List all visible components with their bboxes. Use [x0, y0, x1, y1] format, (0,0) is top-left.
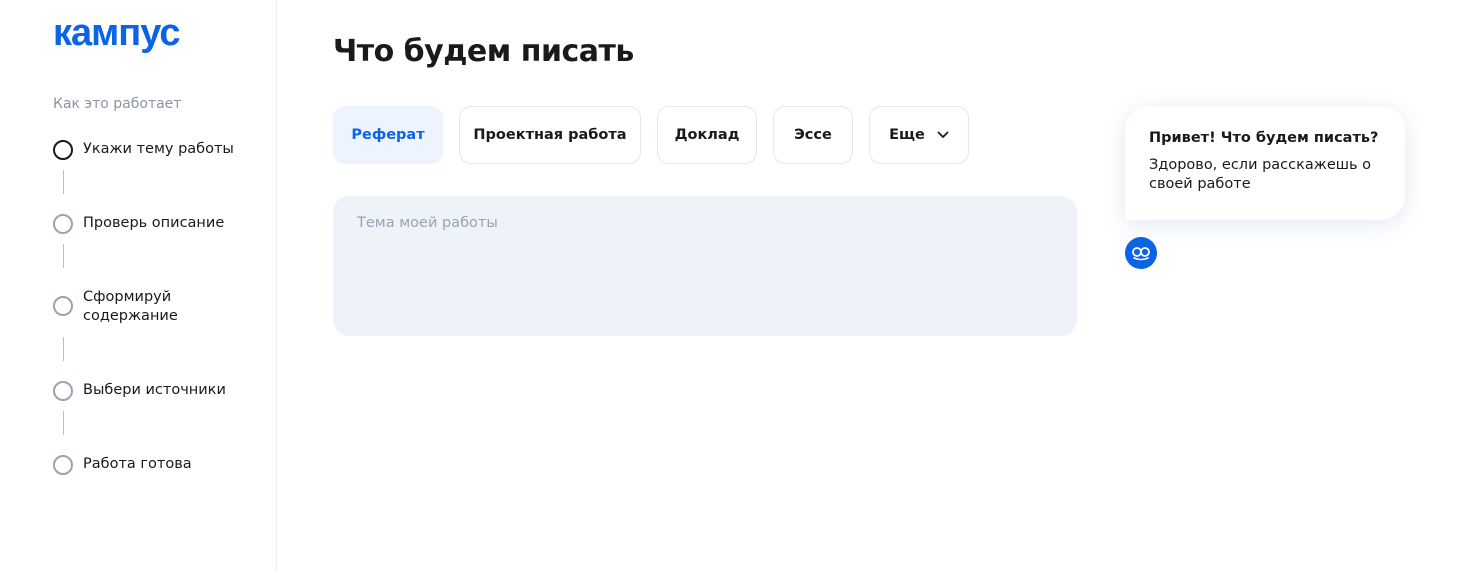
- step-label: Выбери источники: [83, 382, 226, 398]
- type-chip-report[interactable]: Доклад: [657, 106, 757, 164]
- sidebar: кампус Как это работает Укажи тему работ…: [0, 0, 277, 570]
- chevron-down-icon: [937, 131, 949, 138]
- assistant-message: Здорово, если расскажешь о своей работе: [1149, 157, 1372, 192]
- step-connector: [63, 244, 64, 268]
- step-label: Работа готова: [83, 456, 192, 472]
- assistant-message-bubble: Привет! Что будем писать? Здорово, если …: [1125, 106, 1405, 220]
- step-circle-icon: [53, 381, 73, 401]
- kampus-logo[interactable]: кампус: [53, 13, 181, 53]
- step-circle-icon: [53, 455, 73, 475]
- chip-label: Доклад: [674, 127, 740, 143]
- step-work-ready[interactable]: Работа готова: [53, 455, 243, 475]
- how-it-works-heading: Как это работает: [53, 96, 182, 112]
- type-more-dropdown[interactable]: Еще: [869, 106, 969, 164]
- chip-label: Эссе: [794, 127, 832, 143]
- step-circle-icon: [53, 214, 73, 234]
- bot-icon: [1132, 247, 1150, 261]
- step-check-description[interactable]: Проверь описание: [53, 214, 243, 234]
- topic-input[interactable]: Тема моей работы: [333, 196, 1077, 336]
- step-label: Проверь описание: [83, 215, 225, 231]
- chip-label: Проектная работа: [473, 127, 627, 143]
- page-title: Что будем писать: [333, 34, 634, 69]
- assistant-greeting: Привет! Что будем писать?: [1149, 130, 1379, 146]
- type-chip-referat[interactable]: Реферат: [333, 106, 443, 164]
- step-choose-sources[interactable]: Выбери источники: [53, 381, 243, 401]
- type-chip-project[interactable]: Проектная работа: [459, 106, 641, 164]
- step-connector: [63, 170, 64, 194]
- step-label: Сформируй содержание: [83, 289, 178, 324]
- bot-avatar: [1125, 237, 1157, 269]
- chip-label: Реферат: [351, 127, 425, 143]
- step-topic[interactable]: Укажи тему работы: [53, 140, 243, 160]
- step-circle-icon: [53, 140, 73, 160]
- step-label: Укажи тему работы: [83, 141, 234, 157]
- step-circle-icon: [53, 296, 73, 316]
- step-connector: [63, 411, 64, 435]
- step-form-contents[interactable]: Сформируй содержание: [53, 288, 243, 326]
- chip-label: Еще: [889, 127, 925, 143]
- topic-placeholder: Тема моей работы: [357, 215, 498, 231]
- step-connector: [63, 337, 64, 361]
- type-chip-essay[interactable]: Эссе: [773, 106, 853, 164]
